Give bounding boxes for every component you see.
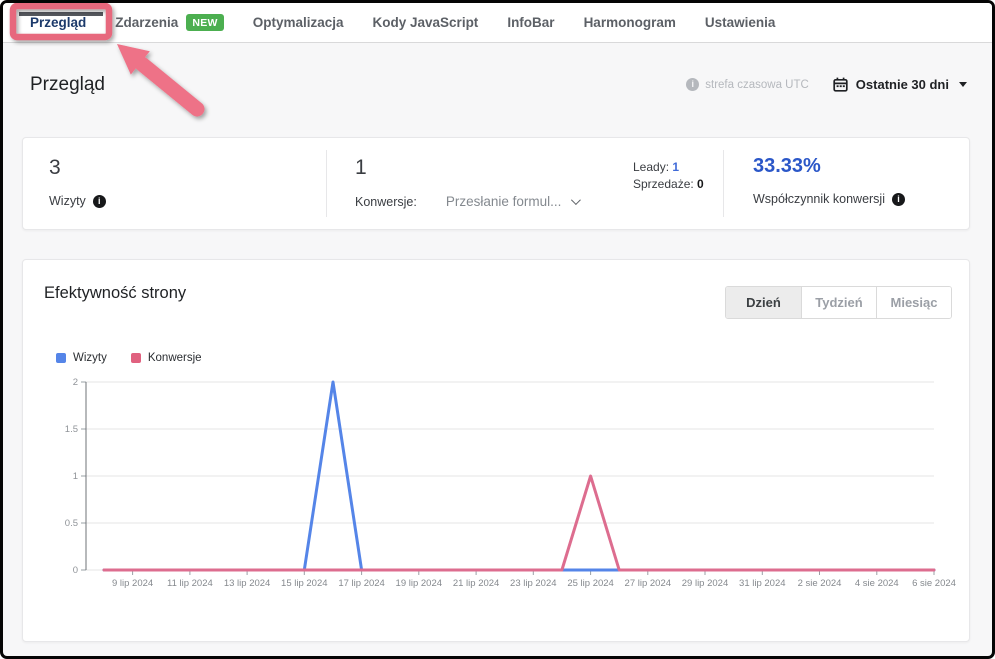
chart-title: Efektywność strony [44, 284, 186, 303]
svg-text:17 lip 2024: 17 lip 2024 [338, 578, 384, 589]
tab-przeglad-label: Przegląd [30, 15, 86, 30]
divider [723, 150, 724, 217]
wizyty-swatch-icon [56, 353, 66, 363]
tab-przeglad[interactable]: Przegląd [30, 15, 86, 30]
tab-zdarzenia-label: Zdarzenia [115, 15, 178, 30]
leads-sales-block: Leady: 1 Sprzedaże: 0 [633, 159, 704, 193]
page-title: Przegląd [30, 74, 105, 96]
conversion-goal-value: Przesłanie formul... [446, 194, 562, 209]
tab-infobar-label: InfoBar [507, 15, 554, 30]
period-button-week[interactable]: Tydzień [801, 287, 876, 318]
konwersje-swatch-icon [131, 353, 141, 363]
period-button-day[interactable]: Dzień [726, 287, 801, 318]
svg-text:2: 2 [73, 377, 78, 388]
top-nav: Przegląd Zdarzenia NEW Optymalizacja Kod… [3, 3, 992, 43]
legend-item-wizyty: Wizyty [56, 352, 107, 364]
svg-text:15 lip 2024: 15 lip 2024 [281, 578, 327, 589]
svg-text:13 lip 2024: 13 lip 2024 [224, 578, 270, 589]
new-badge: NEW [186, 14, 223, 31]
timezone-note: i strefa czasowa UTC [686, 78, 809, 91]
conversion-goal-select[interactable]: Przesłanie formul... [446, 194, 579, 209]
tab-kody-javascript-label: Kody JavaScript [373, 15, 479, 30]
tab-kody-javascript[interactable]: Kody JavaScript [373, 15, 479, 30]
leads-row: Leady: 1 [633, 159, 704, 176]
svg-text:29 lip 2024: 29 lip 2024 [682, 578, 728, 589]
chevron-down-icon [571, 195, 581, 205]
sales-label: Sprzedaże: [633, 177, 694, 191]
visits-label: Wizyty [49, 194, 86, 208]
info-icon[interactable]: i [892, 193, 905, 206]
performance-line-chart: 00.511.529 lip 202411 lip 202413 lip 202… [61, 372, 956, 612]
legend-wizyty-label: Wizyty [73, 352, 107, 364]
leads-label: Leady: [633, 160, 669, 174]
legend-item-konwersje: Konwersje [131, 352, 202, 364]
svg-text:25 lip 2024: 25 lip 2024 [567, 578, 613, 589]
svg-text:6 sie 2024: 6 sie 2024 [912, 578, 956, 589]
legend-konwersje-label: Konwersje [148, 352, 202, 364]
svg-text:21 lip 2024: 21 lip 2024 [453, 578, 499, 589]
tab-zdarzenia[interactable]: Zdarzenia NEW [115, 14, 223, 31]
tab-infobar[interactable]: InfoBar [507, 15, 554, 30]
leads-value: 1 [672, 160, 679, 174]
svg-text:0.5: 0.5 [65, 518, 78, 529]
info-icon[interactable]: i [686, 78, 699, 91]
chevron-down-icon [959, 82, 967, 87]
visits-value: 3 [49, 156, 61, 180]
svg-text:31 lip 2024: 31 lip 2024 [739, 578, 785, 589]
page-header: Przegląd i strefa czasowa UTC Ostatnie 3… [3, 44, 992, 140]
svg-text:19 lip 2024: 19 lip 2024 [396, 578, 442, 589]
page-performance-card: Efektywność strony Dzień Tydzień Miesiąc… [22, 259, 970, 642]
svg-text:11 lip 2024: 11 lip 2024 [167, 578, 213, 589]
info-icon[interactable]: i [93, 195, 106, 208]
date-range-picker[interactable]: Ostatnie 30 dni [833, 77, 967, 92]
sales-row: Sprzedaże: 0 [633, 176, 704, 193]
date-range-label: Ostatnie 30 dni [856, 77, 949, 92]
tab-ustawienia[interactable]: Ustawienia [705, 15, 776, 30]
divider [326, 150, 327, 217]
svg-text:23 lip 2024: 23 lip 2024 [510, 578, 556, 589]
sales-value: 0 [697, 177, 704, 191]
svg-text:2 sie 2024: 2 sie 2024 [798, 578, 842, 589]
svg-text:1: 1 [73, 471, 78, 482]
conversion-rate-value: 33.33% [753, 155, 821, 178]
tab-ustawienia-label: Ustawienia [705, 15, 776, 30]
tab-optymalizacja-label: Optymalizacja [253, 15, 344, 30]
svg-text:1.5: 1.5 [65, 424, 78, 435]
dashboard-window: Przegląd Zdarzenia NEW Optymalizacja Kod… [0, 0, 995, 659]
calendar-icon [833, 77, 848, 92]
performance-chart-svg: 00.511.529 lip 202411 lip 202413 lip 202… [61, 372, 956, 612]
svg-text:27 lip 2024: 27 lip 2024 [625, 578, 671, 589]
tab-harmonogram[interactable]: Harmonogram [584, 15, 676, 30]
tab-harmonogram-label: Harmonogram [584, 15, 676, 30]
conversion-rate-label: Współczynnik konwersji [753, 192, 885, 206]
timezone-note-label: strefa czasowa UTC [705, 79, 809, 91]
period-button-month[interactable]: Miesiąc [876, 287, 951, 318]
period-button-group: Dzień Tydzień Miesiąc [725, 286, 952, 319]
svg-text:9 lip 2024: 9 lip 2024 [112, 578, 153, 589]
conversions-value: 1 [355, 156, 367, 180]
chart-legend: Wizyty Konwersje [56, 352, 202, 364]
conversions-label: Konwersje: [355, 195, 417, 209]
stats-summary-card: 3 Wizyty i 1 Konwersje: Przesłanie formu… [22, 137, 970, 230]
tab-optymalizacja[interactable]: Optymalizacja [253, 15, 344, 30]
svg-text:0: 0 [73, 565, 78, 576]
svg-text:4 sie 2024: 4 sie 2024 [855, 578, 899, 589]
